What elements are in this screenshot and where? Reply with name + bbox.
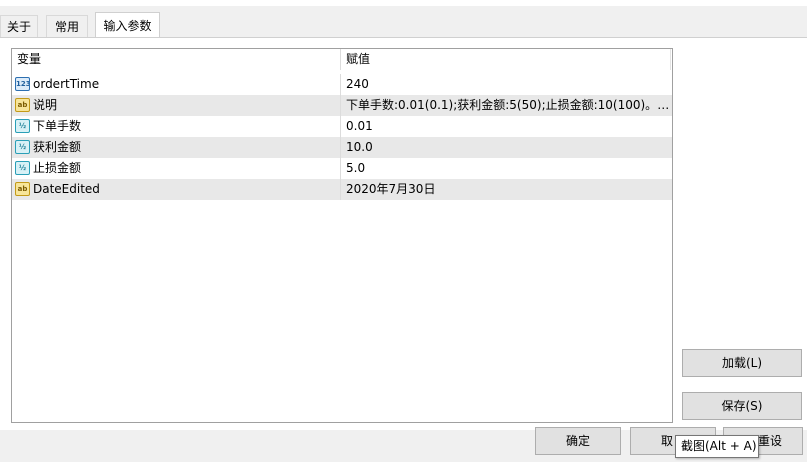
parameter-name: 止损金额: [33, 161, 82, 175]
parameter-value[interactable]: 2020年7月30日: [341, 179, 672, 200]
table-row[interactable]: ab 说明 下单手数:0.01(0.1);获利金额:5(50);止损金额:10(…: [12, 95, 672, 116]
integer-type-icon: 123: [15, 77, 30, 91]
parameter-value[interactable]: 240: [341, 74, 672, 95]
tab-about[interactable]: 关于: [0, 15, 38, 37]
parameter-name: 获利金额: [33, 140, 82, 154]
string-type-icon: ab: [15, 182, 30, 196]
tab-input-parameters[interactable]: 输入参数: [95, 12, 160, 38]
string-type-icon: ab: [15, 98, 30, 112]
parameter-value[interactable]: 5.0: [341, 158, 672, 179]
header-divider: [670, 49, 671, 70]
tab-bar: 关于 常用 输入参数: [0, 6, 807, 38]
column-header-variable[interactable]: 变量: [12, 49, 341, 70]
screenshot-tooltip: 截图(Alt + A): [675, 435, 759, 458]
parameter-name: 说明: [33, 98, 58, 112]
parameter-name: ordertTime: [33, 77, 100, 91]
table-row[interactable]: 123 ordertTime 240: [12, 74, 672, 95]
parameter-name-cell: ab 说明: [12, 95, 341, 116]
table-row[interactable]: ½ 下单手数 0.01: [12, 116, 672, 137]
parameter-name-cell: ½ 止损金额: [12, 158, 341, 179]
parameter-name-cell: 123 ordertTime: [12, 74, 341, 95]
parameter-name: DateEdited: [33, 182, 100, 196]
ok-button[interactable]: 确定: [535, 427, 621, 455]
save-button[interactable]: 保存(S): [682, 392, 802, 420]
grid-header-row: 变量 赋值: [12, 49, 672, 70]
parameter-value[interactable]: 下单手数:0.01(0.1);获利金额:5(50);止损金额:10(100)。如…: [341, 95, 672, 116]
double-type-icon: ½: [15, 119, 30, 133]
parameter-name-cell: ab DateEdited: [12, 179, 341, 200]
column-header-value[interactable]: 赋值: [341, 49, 672, 70]
parameter-value[interactable]: 0.01: [341, 116, 672, 137]
double-type-icon: ½: [15, 161, 30, 175]
parameters-grid: 变量 赋值 123 ordertTime 240 ab 说明 下单手数:0.01…: [11, 48, 673, 423]
double-type-icon: ½: [15, 140, 30, 154]
table-row[interactable]: ½ 止损金额 5.0: [12, 158, 672, 179]
load-button[interactable]: 加载(L): [682, 349, 802, 377]
table-row[interactable]: ab DateEdited 2020年7月30日: [12, 179, 672, 200]
table-row[interactable]: ½ 获利金额 10.0: [12, 137, 672, 158]
tab-common[interactable]: 常用: [46, 15, 88, 37]
parameter-name-cell: ½ 下单手数: [12, 116, 341, 137]
parameter-value[interactable]: 10.0: [341, 137, 672, 158]
parameter-name-cell: ½ 获利金额: [12, 137, 341, 158]
parameter-name: 下单手数: [33, 119, 82, 133]
